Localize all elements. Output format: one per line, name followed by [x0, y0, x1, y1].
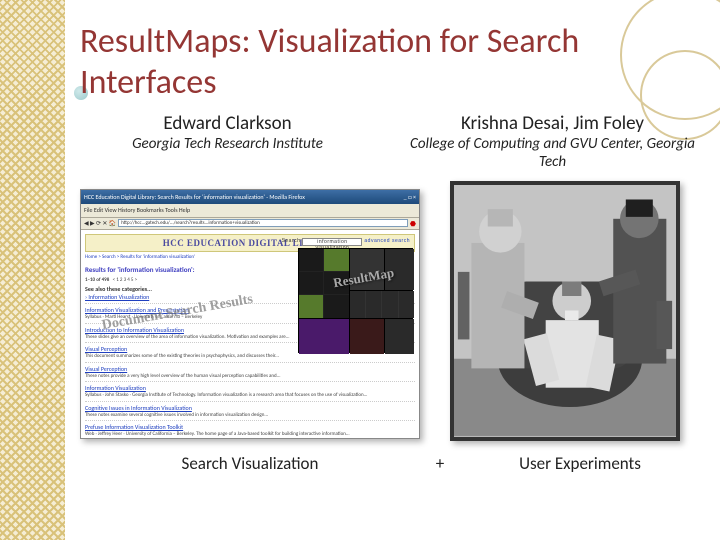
author-affiliation: Georgia Tech Research Institute	[80, 135, 375, 153]
slide-content: ResultMaps: Visualization for Search Int…	[80, 22, 700, 520]
slide-left-border	[0, 0, 65, 540]
search-interface-screenshot: HCC Education Digital Library: Search Re…	[80, 189, 420, 439]
address-input: http://hcc...gatech.edu/.../search?resul…	[118, 219, 408, 227]
author-affiliation: College of Computing and GVU Center, Geo…	[405, 135, 700, 171]
search-box: Search information visualization advance…	[282, 238, 410, 246]
stop-icon: ⬣	[410, 219, 416, 228]
author-name: Krishna Desai, Jim Foley	[405, 112, 700, 135]
result-item: Visual Perception These notes provide a …	[85, 363, 415, 383]
photo-illustration	[454, 185, 676, 436]
window-title-text: HCC Education Digital Library: Search Re…	[84, 193, 305, 201]
result-item: Prefuse Information Visualization Toolki…	[85, 421, 415, 439]
caption-plus: +	[420, 453, 460, 474]
resultmap-treemap	[298, 248, 413, 353]
slide-title: ResultMaps: Visualization for Search Int…	[80, 22, 700, 104]
search-input: information visualization	[302, 238, 362, 246]
caption-left: Search Visualization	[80, 453, 420, 474]
browser-address-bar: ◀ ▶ ⟳ ✕ 🏠 http://hcc...gatech.edu/.../se…	[81, 218, 419, 230]
author-right: Krishna Desai, Jim Foley College of Comp…	[405, 112, 700, 171]
advanced-search-link: advanced search	[364, 238, 410, 246]
search-label: Search	[282, 238, 301, 246]
result-item: Cognitive Issues in Information Visualiz…	[85, 402, 415, 422]
author-name: Edward Clarkson	[80, 112, 375, 135]
window-controls: _ □ ×	[404, 193, 416, 201]
browser-titlebar: HCC Education Digital Library: Search Re…	[81, 190, 419, 204]
result-item: Information Visualization Syllabus · Joh…	[85, 382, 415, 402]
caption-row: Search Visualization + User Experiments	[80, 453, 700, 474]
images-row: HCC Education Digital Library: Search Re…	[80, 189, 700, 441]
user-experiment-photo	[450, 181, 680, 441]
authors-row: Edward Clarkson Georgia Tech Research In…	[80, 112, 700, 171]
author-left: Edward Clarkson Georgia Tech Research In…	[80, 112, 375, 171]
browser-toolbar: File Edit View History Bookmarks Tools H…	[81, 204, 419, 218]
caption-right: User Experiments	[460, 453, 700, 474]
